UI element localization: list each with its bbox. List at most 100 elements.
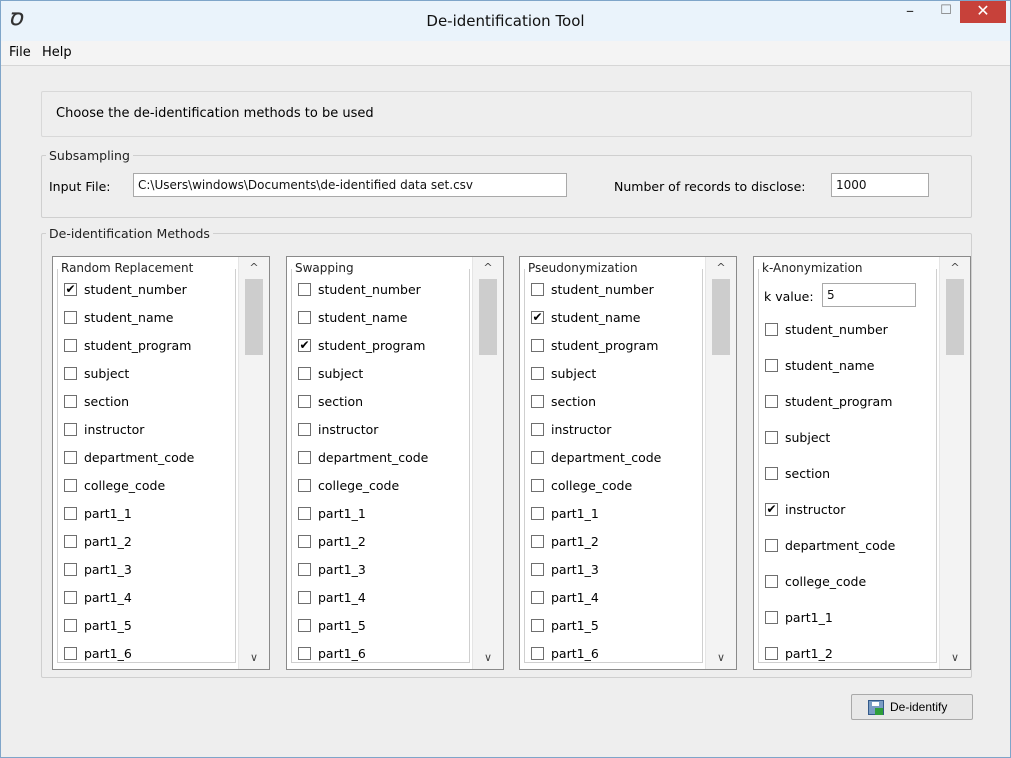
- ps-item-department-code[interactable]: department_code: [529, 445, 699, 473]
- ps-item-section[interactable]: section: [529, 389, 699, 417]
- checkbox-unchecked-icon[interactable]: [531, 647, 544, 660]
- sw-item-part1-1[interactable]: part1_1: [296, 501, 466, 529]
- scroll-down-icon[interactable]: ∨: [473, 649, 503, 667]
- swapping-scrollbar[interactable]: ^ ∨: [472, 257, 503, 669]
- checkbox-unchecked-icon[interactable]: [765, 539, 778, 552]
- checkbox-unchecked-icon[interactable]: [64, 507, 77, 520]
- checkbox-unchecked-icon[interactable]: [64, 367, 77, 380]
- checkbox-unchecked-icon[interactable]: [298, 563, 311, 576]
- sw-item-college-code[interactable]: college_code: [296, 473, 466, 501]
- checkbox-unchecked-icon[interactable]: [531, 451, 544, 464]
- checkbox-checked-icon[interactable]: [531, 311, 544, 324]
- checkbox-unchecked-icon[interactable]: [64, 647, 77, 660]
- checkbox-unchecked-icon[interactable]: [298, 423, 311, 436]
- close-button[interactable]: ✕: [960, 1, 1006, 23]
- sw-item-part1-2[interactable]: part1_2: [296, 529, 466, 557]
- checkbox-unchecked-icon[interactable]: [64, 423, 77, 436]
- ka-item-section[interactable]: section: [763, 461, 933, 497]
- sw-item-section[interactable]: section: [296, 389, 466, 417]
- rr-item-student-program[interactable]: student_program: [62, 333, 232, 361]
- scroll-down-icon[interactable]: ∨: [239, 649, 269, 667]
- rr-item-part1-3[interactable]: part1_3: [62, 557, 232, 585]
- ps-item-part1-3[interactable]: part1_3: [529, 557, 699, 585]
- checkbox-unchecked-icon[interactable]: [298, 591, 311, 604]
- rr-item-section[interactable]: section: [62, 389, 232, 417]
- k-anonymization-scrollbar[interactable]: ^ ∨: [939, 257, 970, 669]
- checkbox-unchecked-icon[interactable]: [298, 479, 311, 492]
- checkbox-unchecked-icon[interactable]: [765, 431, 778, 444]
- maximize-button[interactable]: ☐: [930, 1, 962, 23]
- menu-help[interactable]: Help: [42, 45, 72, 60]
- title-bar[interactable]: Ꝺ De-identification Tool – ☐ ✕: [1, 1, 1010, 41]
- scroll-thumb[interactable]: [479, 279, 497, 355]
- sw-item-part1-3[interactable]: part1_3: [296, 557, 466, 585]
- ps-item-part1-2[interactable]: part1_2: [529, 529, 699, 557]
- deidentify-button[interactable]: De-identify: [851, 694, 973, 720]
- checkbox-unchecked-icon[interactable]: [531, 423, 544, 436]
- scroll-down-icon[interactable]: ∨: [940, 649, 970, 667]
- checkbox-unchecked-icon[interactable]: [64, 563, 77, 576]
- checkbox-unchecked-icon[interactable]: [298, 451, 311, 464]
- rr-item-subject[interactable]: subject: [62, 361, 232, 389]
- scroll-up-icon[interactable]: ^: [473, 259, 503, 277]
- records-field[interactable]: [831, 173, 929, 197]
- ka-item-student-number[interactable]: student_number: [763, 317, 933, 353]
- ps-item-college-code[interactable]: college_code: [529, 473, 699, 501]
- rr-item-student-name[interactable]: student_name: [62, 305, 232, 333]
- random-replacement-scrollbar[interactable]: ^ ∨: [238, 257, 269, 669]
- rr-item-part1-6[interactable]: part1_6: [62, 641, 232, 669]
- sw-item-instructor[interactable]: instructor: [296, 417, 466, 445]
- scroll-thumb[interactable]: [712, 279, 730, 355]
- checkbox-unchecked-icon[interactable]: [531, 339, 544, 352]
- checkbox-unchecked-icon[interactable]: [765, 467, 778, 480]
- scroll-up-icon[interactable]: ^: [940, 259, 970, 277]
- checkbox-unchecked-icon[interactable]: [531, 507, 544, 520]
- checkbox-unchecked-icon[interactable]: [64, 619, 77, 632]
- pseudonymization-scrollbar[interactable]: ^ ∨: [705, 257, 736, 669]
- ka-item-part1-1[interactable]: part1_1: [763, 605, 933, 641]
- checkbox-unchecked-icon[interactable]: [64, 591, 77, 604]
- checkbox-unchecked-icon[interactable]: [298, 395, 311, 408]
- checkbox-unchecked-icon[interactable]: [64, 479, 77, 492]
- checkbox-unchecked-icon[interactable]: [64, 311, 77, 324]
- ps-item-student-number[interactable]: student_number: [529, 277, 699, 305]
- ka-item-instructor[interactable]: instructor: [763, 497, 933, 533]
- k-value-field[interactable]: [822, 283, 916, 307]
- checkbox-unchecked-icon[interactable]: [531, 395, 544, 408]
- ka-item-student-program[interactable]: student_program: [763, 389, 933, 425]
- input-file-field[interactable]: [133, 173, 567, 197]
- checkbox-unchecked-icon[interactable]: [298, 367, 311, 380]
- ka-item-subject[interactable]: subject: [763, 425, 933, 461]
- checkbox-checked-icon[interactable]: [765, 503, 778, 516]
- sw-item-part1-5[interactable]: part1_5: [296, 613, 466, 641]
- rr-item-student-number[interactable]: student_number: [62, 277, 232, 305]
- checkbox-unchecked-icon[interactable]: [64, 395, 77, 408]
- rr-item-instructor[interactable]: instructor: [62, 417, 232, 445]
- checkbox-unchecked-icon[interactable]: [531, 367, 544, 380]
- checkbox-unchecked-icon[interactable]: [531, 283, 544, 296]
- rr-item-part1-2[interactable]: part1_2: [62, 529, 232, 557]
- checkbox-unchecked-icon[interactable]: [298, 507, 311, 520]
- scroll-up-icon[interactable]: ^: [239, 259, 269, 277]
- sw-item-subject[interactable]: subject: [296, 361, 466, 389]
- checkbox-unchecked-icon[interactable]: [765, 395, 778, 408]
- rr-item-department-code[interactable]: department_code: [62, 445, 232, 473]
- ka-item-student-name[interactable]: student_name: [763, 353, 933, 389]
- checkbox-unchecked-icon[interactable]: [298, 283, 311, 296]
- checkbox-unchecked-icon[interactable]: [64, 339, 77, 352]
- ps-item-part1-4[interactable]: part1_4: [529, 585, 699, 613]
- checkbox-unchecked-icon[interactable]: [765, 611, 778, 624]
- checkbox-unchecked-icon[interactable]: [531, 535, 544, 548]
- checkbox-unchecked-icon[interactable]: [531, 479, 544, 492]
- ps-item-part1-1[interactable]: part1_1: [529, 501, 699, 529]
- rr-item-part1-4[interactable]: part1_4: [62, 585, 232, 613]
- rr-item-part1-5[interactable]: part1_5: [62, 613, 232, 641]
- rr-item-college-code[interactable]: college_code: [62, 473, 232, 501]
- checkbox-checked-icon[interactable]: [298, 339, 311, 352]
- sw-item-student-number[interactable]: student_number: [296, 277, 466, 305]
- checkbox-unchecked-icon[interactable]: [298, 311, 311, 324]
- checkbox-unchecked-icon[interactable]: [531, 619, 544, 632]
- checkbox-unchecked-icon[interactable]: [298, 647, 311, 660]
- ps-item-part1-5[interactable]: part1_5: [529, 613, 699, 641]
- scroll-down-icon[interactable]: ∨: [706, 649, 736, 667]
